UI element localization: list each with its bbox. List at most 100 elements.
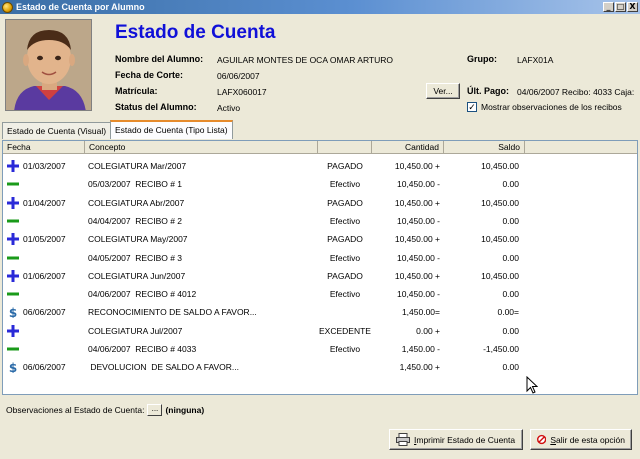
account-statement-table[interactable]: Fecha Concepto Cantidad Saldo 01/03/2007… (2, 140, 638, 395)
cell-tipo: Efectivo (329, 215, 361, 226)
cell-concepto: 04/06/2007 RECIBO # 4033 (88, 344, 197, 354)
cell-concepto: RECONOCIMIENTO DE SALDO A FAVOR... (88, 307, 257, 318)
cell-fecha: 01/03/2007 (23, 161, 66, 171)
cell-cantidad: 10,450.00 - (396, 252, 440, 263)
observations-button[interactable]: ... (147, 404, 163, 416)
cell-concepto: 05/03/2007 RECIBO # 1 (88, 179, 183, 190)
minus-icon (7, 292, 19, 296)
cutoff-date-value: 06/06/2007 (217, 71, 260, 81)
cell-tipo: EXCEDENTE (319, 325, 371, 336)
maximize-button[interactable]: □ (615, 2, 626, 12)
app-icon (2, 1, 13, 13)
cell-saldo: 0.00 (502, 325, 519, 336)
cell-fecha (23, 249, 85, 267)
table-row[interactable]: 04/05/2007 RECIBO # 3 Efectivo 10,450.00 -… (3, 249, 637, 267)
cell-saldo: 0.00 (502, 179, 519, 190)
cell-cantidad: 0.00 + (416, 325, 440, 336)
status-value: Activo (217, 103, 241, 113)
window-title: Estado de Cuenta por Alumno (16, 2, 145, 12)
minus-icon (7, 347, 19, 351)
exit-button[interactable]: Salir de esta opción (530, 429, 632, 450)
cell-tipo (313, 358, 377, 376)
print-statement-label: Imprimir Estado de Cuenta (414, 434, 516, 445)
table-row[interactable]: 01/03/2007 COLEGIATURA Mar/2007 PAGADO 10,4… (3, 157, 637, 175)
cell-saldo: 10,450.00 (481, 270, 519, 281)
cell-cantidad: 10,450.00 + (394, 161, 440, 171)
cell-saldo: 0.00 (502, 289, 519, 300)
cell-fecha (23, 285, 85, 303)
cell-fecha (23, 212, 85, 230)
close-button[interactable]: X (627, 2, 638, 12)
plus-icon (7, 160, 19, 172)
cell-concepto: 04/05/2007 RECIBO # 3 (88, 252, 183, 263)
cell-concepto: DEVOLUCION DE SALDO A FAVOR... (88, 362, 239, 373)
cell-cantidad: 10,450.00 + (394, 234, 440, 245)
show-observations-checkbox[interactable]: ✓ (467, 102, 477, 112)
cell-tipo (313, 303, 377, 321)
enrollment-label: Matrícula: (115, 86, 158, 96)
cell-saldo: 0.00 (502, 215, 519, 226)
cell-saldo: 10,450.00 (481, 161, 519, 171)
student-photo (5, 19, 92, 111)
print-statement-button[interactable]: Imprimir Estado de Cuenta (389, 429, 523, 450)
minus-icon (7, 219, 19, 223)
view-button[interactable]: Ver... (426, 83, 460, 99)
table-row[interactable]: 01/06/2007 COLEGIATURA Jun/2007 PAGADO 10,4… (3, 267, 637, 285)
page-title: Estado de Cuenta (115, 22, 276, 43)
cell-cantidad: 1,450.00= (401, 307, 440, 318)
column-header-tipo[interactable] (318, 141, 372, 154)
dollar-icon: $ (9, 306, 17, 318)
show-observations-row[interactable]: ✓ Mostrar observaciones de los recibos (467, 102, 622, 112)
cell-tipo: Efectivo (329, 289, 361, 300)
column-header-concepto[interactable]: Concepto (85, 141, 318, 154)
plus-icon (7, 196, 19, 209)
table-row[interactable]: 04/06/2007 RECIBO # 4033 Efectivo 1,450.00… (3, 340, 637, 358)
show-observations-label: Mostrar observaciones de los recibos (481, 102, 622, 112)
column-header-fecha[interactable]: Fecha (3, 141, 85, 154)
last-payment-label: Últ. Pago: (467, 86, 509, 96)
cell-concepto: COLEGIATURA May/2007 (88, 234, 188, 245)
cell-fecha: 06/06/2007 (23, 307, 66, 318)
cell-tipo: Efectivo (329, 344, 361, 354)
minimize-button[interactable]: _ (603, 2, 614, 12)
cell-tipo: PAGADO (327, 270, 363, 281)
observations-label: Observaciones al Estado de Cuenta: (6, 405, 145, 415)
tab-list[interactable]: Estado de Cuenta (Tipo Lista) (110, 120, 233, 139)
last-payment-value: 04/06/2007 Recibo: 4033 Caja: (517, 87, 635, 97)
plus-icon (7, 269, 19, 282)
column-header-saldo[interactable]: Saldo (444, 141, 525, 154)
table-row[interactable]: COLEGIATURA Jul/2007 EXCEDENTE 0.00 + 0.00 (3, 322, 637, 340)
cutoff-date-label: Fecha de Corte: (115, 70, 184, 80)
table-row[interactable]: 05/03/2007 RECIBO # 1 Efectivo 10,450.00 -… (3, 175, 637, 193)
minus-icon (7, 182, 19, 186)
table-row[interactable]: 01/04/2007 COLEGIATURA Abr/2007 PAGADO 10,4… (3, 194, 637, 212)
svg-text:$: $ (9, 361, 17, 373)
cell-tipo: Efectivo (329, 252, 361, 263)
table-row[interactable]: 04/04/2007 RECIBO # 2 Efectivo 10,450.00 -… (3, 212, 637, 230)
minus-icon (7, 256, 19, 259)
cell-fecha: 01/04/2007 (23, 197, 66, 208)
observations-row: Observaciones al Estado de Cuenta: ... (… (6, 404, 204, 416)
table-row[interactable]: $06/06/2007 DEVOLUCION DE SALDO A FAVOR.… (3, 358, 637, 376)
observations-value: (ninguna) (165, 405, 205, 415)
cell-saldo: -1,450.00 (483, 344, 519, 354)
tab-visual[interactable]: Estado de Cuenta (Visual) (2, 122, 112, 139)
table-row[interactable]: $06/06/2007 RECONOCIMIENTO DE SALDO A FAV… (3, 303, 637, 321)
mouse-cursor-icon (526, 376, 538, 394)
cell-concepto: COLEGIATURA Jul/2007 (88, 325, 183, 336)
cell-concepto: 04/04/2007 RECIBO # 2 (88, 215, 183, 226)
no-entry-icon (537, 434, 547, 445)
cell-concepto: COLEGIATURA Mar/2007 (88, 161, 187, 171)
group-label: Grupo: (467, 54, 497, 64)
table-row[interactable]: 04/06/2007 RECIBO # 4012 Efectivo 10,450.0… (3, 285, 637, 303)
cell-cantidad: 1,450.00 - (401, 344, 440, 354)
exit-label: Salir de esta opción (550, 434, 625, 445)
column-header-cantidad[interactable]: Cantidad (372, 141, 444, 154)
printer-icon (396, 433, 410, 446)
cell-fecha: 06/06/2007 (23, 362, 66, 373)
cell-cantidad: 10,450.00 + (394, 270, 440, 281)
table-row[interactable]: 01/05/2007 COLEGIATURA May/2007 PAGADO 10,4… (3, 230, 637, 248)
plus-icon (7, 233, 19, 246)
cell-cantidad: 10,450.00 + (394, 197, 440, 208)
cell-cantidad: 10,450.00 - (396, 215, 440, 226)
